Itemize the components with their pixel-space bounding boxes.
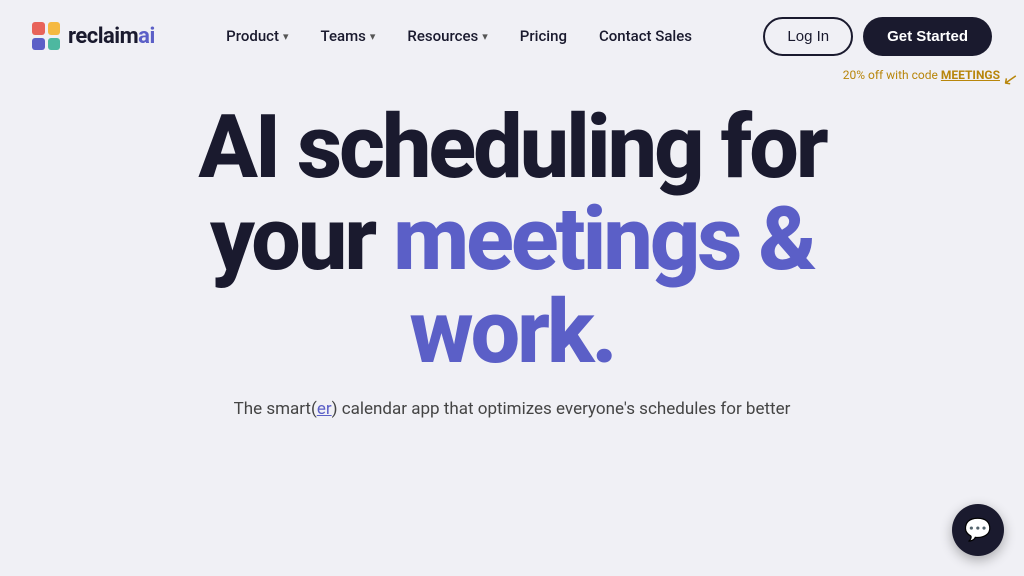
logo-dot-yellow bbox=[48, 22, 61, 35]
chevron-down-icon: ▾ bbox=[482, 30, 488, 43]
nav-item-teams[interactable]: Teams ▾ bbox=[307, 19, 390, 53]
logo-icon bbox=[32, 22, 60, 50]
chevron-down-icon: ▾ bbox=[370, 30, 376, 43]
hero-link[interactable]: er bbox=[317, 399, 332, 419]
logo-dot-purple bbox=[32, 38, 45, 51]
chevron-down-icon: ▾ bbox=[283, 30, 289, 43]
nav-item-resources[interactable]: Resources ▾ bbox=[393, 19, 501, 53]
hero-headline: AI scheduling for your meetings & work. bbox=[80, 102, 944, 379]
chat-widget-button[interactable]: 💬 bbox=[952, 504, 1004, 556]
logo-dot-red bbox=[32, 22, 45, 35]
nav-links: Product ▾ Teams ▾ Resources ▾ Pricing Co… bbox=[212, 19, 706, 53]
logo-dot-teal bbox=[48, 38, 61, 51]
nav-item-product[interactable]: Product ▾ bbox=[212, 19, 302, 53]
chat-icon: 💬 bbox=[964, 518, 991, 543]
nav-item-contact-sales[interactable]: Contact Sales bbox=[585, 19, 706, 53]
hero-subtext: The smart(er) calendar app that optimize… bbox=[80, 399, 944, 419]
logo-text: reclaimai bbox=[68, 24, 155, 49]
login-button[interactable]: Log In bbox=[763, 17, 853, 56]
navbar: reclaimai Product ▾ Teams ▾ Resources ▾ … bbox=[0, 0, 1024, 72]
get-started-button[interactable]: Get Started bbox=[863, 17, 992, 56]
nav-item-pricing[interactable]: Pricing bbox=[506, 19, 581, 53]
logo[interactable]: reclaimai bbox=[32, 22, 155, 50]
promo-badge: 20% off with code MEETINGS ↙ bbox=[843, 68, 1000, 82]
nav-actions: Log In Get Started 20% off with code MEE… bbox=[763, 17, 992, 56]
hero-section: AI scheduling for your meetings & work. … bbox=[0, 72, 1024, 439]
